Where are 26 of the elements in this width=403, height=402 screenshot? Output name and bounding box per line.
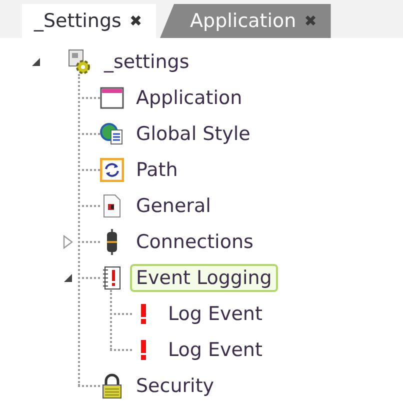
tree-item[interactable]: Log Event — [162, 300, 268, 328]
tab[interactable]: Application ✖ — [160, 4, 331, 38]
notebook-alert-icon — [102, 266, 122, 290]
expanded-arrow-icon[interactable] — [31, 57, 41, 67]
tree-item[interactable]: _settings — [98, 48, 196, 76]
document-icon — [102, 194, 122, 218]
alert-icon — [140, 303, 148, 325]
window-icon — [100, 87, 124, 109]
alert-icon — [140, 339, 148, 361]
refresh-arrows-icon — [100, 158, 124, 182]
tree-item[interactable]: Connections — [130, 228, 260, 256]
tree-item[interactable]: Log Event — [162, 336, 268, 364]
connector-icon — [104, 229, 120, 255]
tree-item[interactable]: Event Logging — [130, 264, 278, 292]
tree-item[interactable]: Security — [130, 372, 220, 400]
globe-document-icon — [100, 122, 124, 146]
expanded-arrow-icon[interactable] — [63, 273, 73, 283]
tree-item[interactable]: General — [130, 192, 217, 220]
padlock-icon — [101, 373, 123, 399]
tree-item[interactable]: Application — [130, 84, 248, 112]
close-icon[interactable]: ✖ — [129, 12, 142, 30]
tree-item[interactable]: Path — [130, 156, 184, 184]
settings-gear-icon — [68, 49, 92, 75]
tab[interactable]: _Settings ✖ — [22, 4, 156, 38]
tree-item[interactable]: Global Style — [130, 120, 256, 148]
collapsed-arrow-icon[interactable] — [63, 235, 73, 249]
